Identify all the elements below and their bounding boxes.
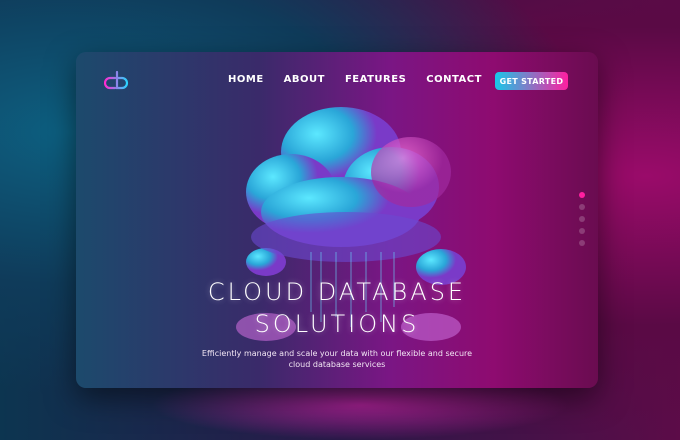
nav-about[interactable]: ABOUT <box>284 74 325 85</box>
slider-dots <box>579 192 585 246</box>
hero-title-line1: CLOUD DATABASE <box>207 278 467 306</box>
nav-home[interactable]: HOME <box>228 74 264 85</box>
slider-dot[interactable] <box>579 204 585 210</box>
nav-features[interactable]: FEATURES <box>345 74 406 85</box>
slider-dot[interactable] <box>579 228 585 234</box>
hero-title-line2: SOLUTIONS <box>254 310 420 338</box>
logo-icon[interactable] <box>104 70 132 92</box>
subtitle-line1: Efficiently manage and scale your data w… <box>201 349 473 358</box>
subtitle-line2: cloud database services <box>288 360 386 369</box>
get-started-button[interactable]: GET STARTED <box>495 72 568 90</box>
slider-dot[interactable] <box>579 216 585 222</box>
hero-subtitle: Efficiently manage and scale your data w… <box>76 348 598 370</box>
main-nav: HOME ABOUT FEATURES CONTACT <box>228 74 482 85</box>
nav-contact[interactable]: CONTACT <box>426 74 482 85</box>
cloud-illustration <box>236 107 466 341</box>
slider-dot[interactable] <box>579 192 585 198</box>
landing-page-card: HOME ABOUT FEATURES CONTACT GET STARTED … <box>76 52 598 388</box>
slider-dot[interactable] <box>579 240 585 246</box>
